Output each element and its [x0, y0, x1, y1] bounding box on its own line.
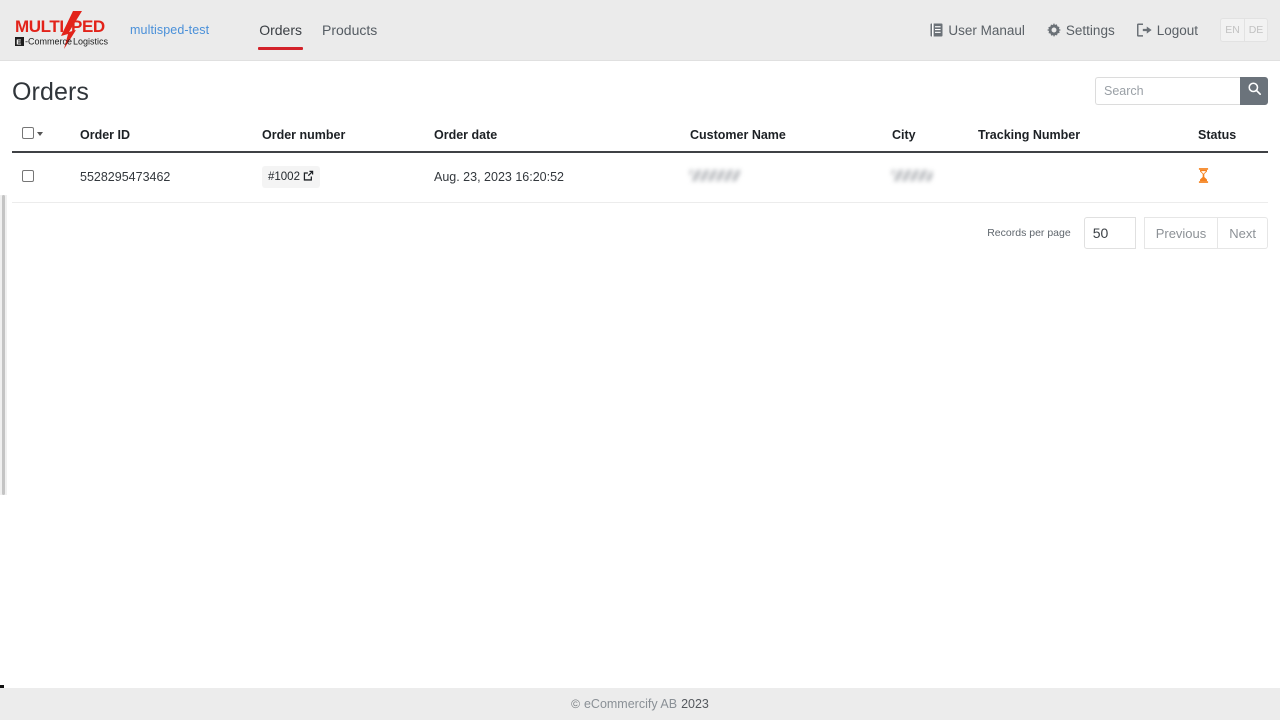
column-header-customer-name[interactable]: Customer Name — [690, 119, 892, 153]
cell-order-date: Aug. 23, 2023 16:20:52 — [434, 152, 690, 203]
copyright-icon: © — [571, 697, 580, 711]
column-header-order-number[interactable]: Order number — [262, 119, 434, 153]
cell-status — [1198, 152, 1268, 203]
redacted-city — [892, 170, 932, 181]
records-per-page-label: Records per page — [987, 227, 1071, 239]
page-title: Orders — [12, 78, 90, 106]
tab-orders[interactable]: Orders — [249, 23, 312, 50]
orders-table-body: 5528295473462 #1002 Aug. 23, 2023 16:20:… — [12, 152, 1268, 203]
cell-order-id: 5528295473462 — [80, 152, 262, 203]
topbar-right-group: User Manaul Settings Logout EN DE — [908, 18, 1268, 42]
pagination-controls: Records per page Previous Next — [12, 203, 1268, 249]
redacted-customer-name — [690, 170, 740, 181]
left-scrollbar-thumb[interactable] — [2, 195, 5, 495]
svg-text:E: E — [16, 37, 21, 46]
settings-label: Settings — [1065, 22, 1115, 38]
multisped-logo[interactable]: MULTI PED E -Commerce Logistics — [12, 8, 112, 52]
shop-name-link[interactable]: multisped-test — [130, 23, 209, 37]
top-navigation-bar: MULTI PED E -Commerce Logistics multispe… — [0, 0, 1280, 61]
column-header-status[interactable]: Status — [1198, 119, 1268, 153]
records-per-page-input[interactable] — [1083, 217, 1136, 249]
external-link-icon — [303, 170, 314, 184]
select-all-control[interactable] — [22, 127, 43, 139]
cell-customer-name — [690, 152, 892, 203]
table-row[interactable]: 5528295473462 #1002 Aug. 23, 2023 16:20:… — [12, 152, 1268, 203]
user-manual-link[interactable]: User Manaul — [930, 23, 1025, 38]
svg-text:Logistics: Logistics — [73, 37, 109, 47]
search-icon — [1247, 82, 1261, 100]
page-footer: © eCommercify AB 2023 — [0, 688, 1280, 720]
language-switcher: EN DE — [1220, 18, 1268, 42]
orders-page: Orders Or — [0, 61, 1280, 249]
main-nav: multisped-test Orders Products — [130, 0, 387, 60]
hourglass-icon — [1198, 168, 1209, 183]
logout-link[interactable]: Logout — [1136, 22, 1198, 38]
cell-tracking-number — [978, 152, 1198, 203]
svg-text:-Commerce: -Commerce — [25, 37, 72, 47]
order-number-link[interactable]: #1002 — [262, 166, 320, 188]
order-number-label: #1002 — [268, 171, 300, 183]
next-page-button[interactable]: Next — [1218, 217, 1268, 249]
select-all-header — [12, 119, 80, 153]
search-input[interactable] — [1095, 77, 1240, 105]
column-header-order-id[interactable]: Order ID — [80, 119, 262, 153]
lang-button-en[interactable]: EN — [1220, 18, 1244, 42]
svg-text:PED: PED — [71, 17, 105, 36]
search-button[interactable] — [1240, 77, 1268, 105]
column-header-city[interactable]: City — [892, 119, 978, 153]
footer-year: 2023 — [681, 697, 709, 711]
page-header: Orders — [12, 61, 1268, 119]
settings-link[interactable]: Settings — [1046, 22, 1115, 38]
orders-table: Order ID Order number Order date Custome… — [12, 119, 1268, 203]
row-select-cell — [12, 152, 80, 203]
tab-products[interactable]: Products — [312, 23, 387, 37]
user-manual-label: User Manaul — [948, 22, 1025, 38]
logout-icon — [1136, 23, 1152, 37]
book-icon — [930, 23, 943, 37]
chevron-down-icon[interactable] — [37, 131, 43, 136]
svg-text:MULTI: MULTI — [15, 17, 64, 36]
gear-icon — [1046, 23, 1061, 37]
lang-button-de[interactable]: DE — [1244, 18, 1268, 42]
column-header-order-date[interactable]: Order date — [434, 119, 690, 153]
table-header-row: Order ID Order number Order date Custome… — [12, 119, 1268, 153]
cell-city — [892, 152, 978, 203]
column-header-tracking-number[interactable]: Tracking Number — [978, 119, 1198, 153]
previous-page-button[interactable]: Previous — [1143, 217, 1219, 249]
nav-tabs: Orders Products — [249, 0, 387, 60]
select-all-checkbox[interactable] — [22, 127, 34, 139]
row-checkbox[interactable] — [22, 169, 34, 182]
cell-order-number: #1002 — [262, 152, 434, 203]
orders-table-head: Order ID Order number Order date Custome… — [12, 119, 1268, 153]
footer-company-link[interactable]: eCommercify AB — [584, 697, 677, 711]
logout-label: Logout — [1156, 22, 1198, 38]
search-bar — [1095, 75, 1268, 105]
